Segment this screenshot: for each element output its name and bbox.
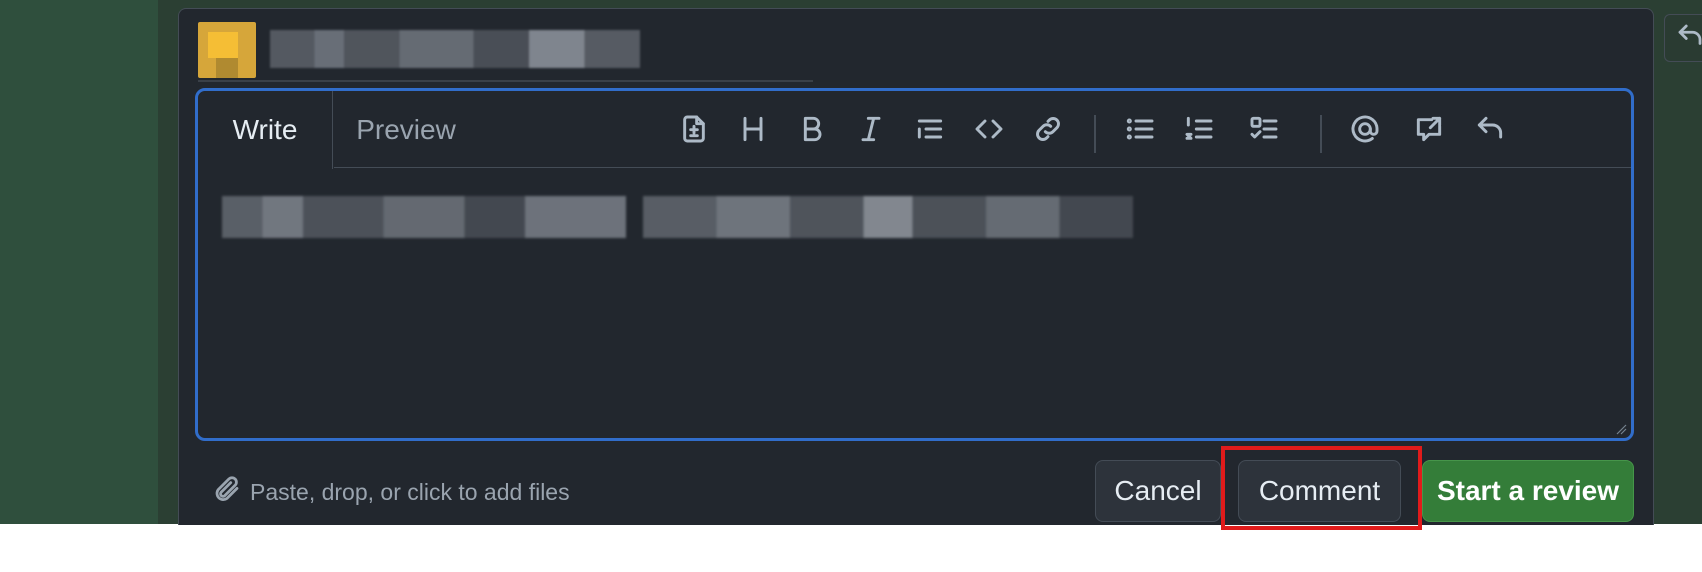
avatar[interactable] <box>198 22 256 78</box>
italic-button[interactable] <box>851 111 891 151</box>
toolbar-separator <box>1320 115 1322 153</box>
task-list-icon <box>1248 113 1280 150</box>
italic-icon <box>855 113 887 150</box>
add-suggestion-icon <box>678 113 710 150</box>
start-review-button[interactable]: Start a review <box>1422 460 1634 522</box>
saved-replies-button[interactable] <box>1470 111 1510 151</box>
quote-icon <box>914 113 946 150</box>
saved-replies-icon <box>1474 113 1506 150</box>
numbered-list-icon <box>1183 113 1215 150</box>
reference-button[interactable] <box>1409 111 1449 151</box>
highlight-box <box>1221 446 1422 530</box>
cancel-button[interactable]: Cancel <box>1095 460 1221 522</box>
heading-icon <box>737 113 769 150</box>
toolbar-separator <box>1094 115 1096 153</box>
header-divider <box>198 80 813 82</box>
code-icon <box>973 113 1005 150</box>
numbered-list-button[interactable] <box>1179 111 1219 151</box>
toolbar-divider <box>334 167 1631 168</box>
undo-side-button[interactable] <box>1664 14 1702 62</box>
tab-write[interactable]: Write <box>198 91 333 169</box>
reference-icon <box>1413 113 1445 150</box>
bold-button[interactable] <box>792 111 832 151</box>
add-suggestion-button[interactable] <box>674 111 714 151</box>
link-button[interactable] <box>1028 111 1068 151</box>
reply-arrow-icon <box>1675 21 1702 56</box>
quote-button[interactable] <box>910 111 950 151</box>
heading-button[interactable] <box>733 111 773 151</box>
redacted-username <box>270 30 640 68</box>
task-list-button[interactable] <box>1244 111 1284 151</box>
link-icon <box>1032 113 1064 150</box>
redacted-comment-text[interactable] <box>643 196 1133 238</box>
attach-files-label: Paste, drop, or click to add files <box>250 478 570 505</box>
resize-handle-icon[interactable] <box>1615 422 1627 435</box>
mention-icon <box>1349 113 1381 150</box>
comment-editor: Write Preview <box>195 88 1634 441</box>
bulleted-list-icon <box>1124 113 1156 150</box>
bold-icon <box>796 113 828 150</box>
left-margin <box>0 0 158 524</box>
attach-files-area[interactable]: Paste, drop, or click to add files <box>212 474 570 510</box>
mention-button[interactable] <box>1345 111 1385 151</box>
code-button[interactable] <box>969 111 1009 151</box>
tab-preview[interactable]: Preview <box>336 91 476 169</box>
paperclip-icon <box>212 474 242 510</box>
redacted-comment-text[interactable] <box>222 196 626 238</box>
bulleted-list-button[interactable] <box>1120 111 1160 151</box>
